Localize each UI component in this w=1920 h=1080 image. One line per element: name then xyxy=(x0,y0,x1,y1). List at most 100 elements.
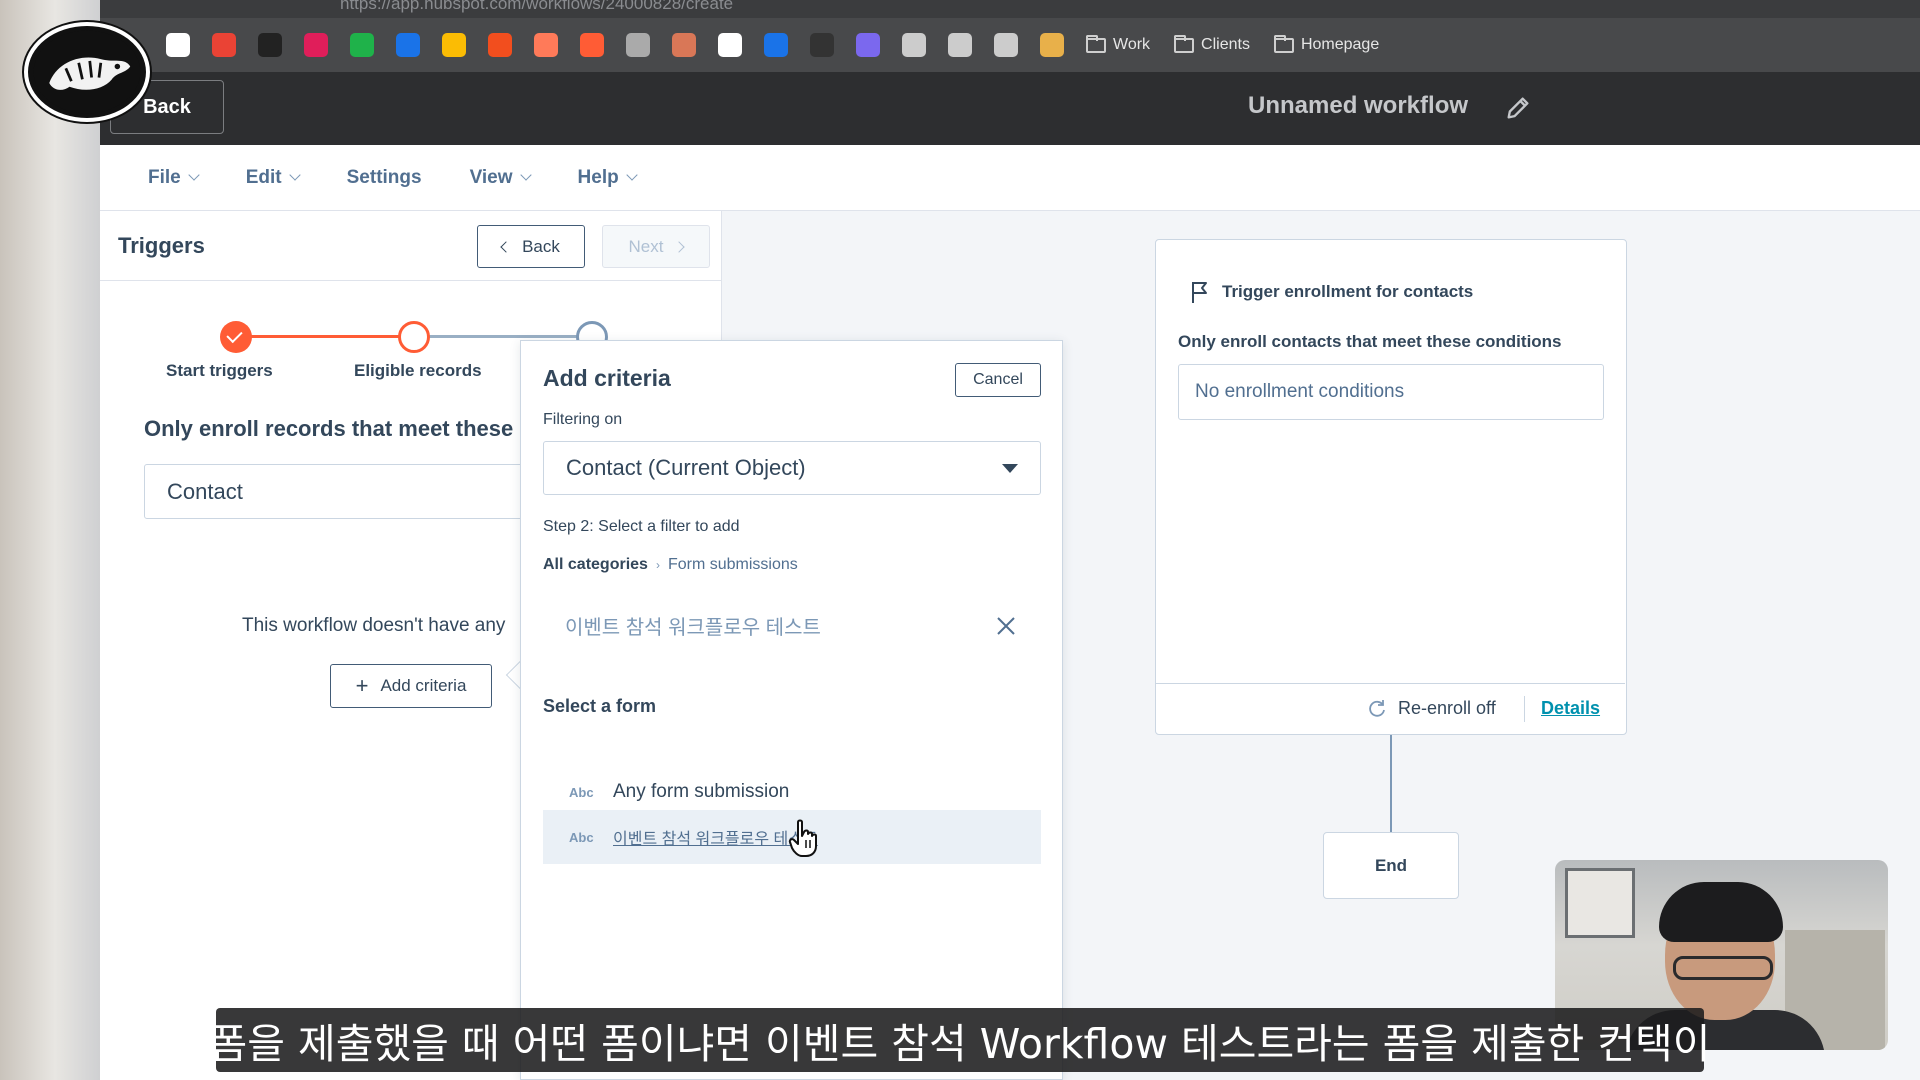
select-form-heading: Select a form xyxy=(543,696,657,716)
openai-icon[interactable] xyxy=(626,33,650,57)
grid-icon[interactable] xyxy=(856,33,880,57)
chevron-right-icon xyxy=(673,240,686,253)
breadcrumb-all-categories[interactable]: All categories xyxy=(543,556,648,574)
close-icon[interactable] xyxy=(995,615,1017,637)
menu-edit-label: Edit xyxy=(245,166,282,188)
calendar-icon[interactable] xyxy=(396,33,420,57)
background-desk xyxy=(0,0,100,1080)
panel-back-button[interactable]: Back xyxy=(477,225,585,268)
panel-back-label: Back xyxy=(522,236,560,256)
stepper-line-complete xyxy=(236,335,414,338)
workflow-connector xyxy=(1390,735,1392,833)
footer-divider xyxy=(1524,696,1525,722)
hubspot-square-icon[interactable] xyxy=(580,33,604,57)
bookmark-folder-clients[interactable]: Clients xyxy=(1174,34,1250,54)
bookmark-folder-homepage[interactable]: Homepage xyxy=(1273,34,1379,54)
menu-edit[interactable]: Edit xyxy=(245,166,301,189)
enroll-heading: Only enroll records that meet these xyxy=(144,416,514,441)
breadcrumb-form-submissions: Form submissions xyxy=(667,556,798,573)
globe-icon[interactable] xyxy=(902,33,926,57)
menu-help[interactable]: Help xyxy=(577,166,638,189)
filtering-object-select[interactable]: Contact (Current Object) xyxy=(543,441,1041,495)
breadcrumb-separator: › xyxy=(655,558,660,572)
browser-url-bar[interactable]: https://app.hubspot.com/workflows/240008… xyxy=(100,0,1920,18)
bookmarks-bar: Work Clients Homepage xyxy=(100,18,1920,72)
notion-icon[interactable] xyxy=(350,33,374,57)
chevron-down-icon xyxy=(288,169,301,181)
hubspot-icon[interactable] xyxy=(534,33,558,57)
form-search-input[interactable]: 이벤트 참석 워크플로우 테스트 xyxy=(565,611,821,640)
menu-settings-label: Settings xyxy=(346,166,422,188)
bookmark-folder-label: Clients xyxy=(1201,36,1250,53)
menu-file-label: File xyxy=(148,166,181,188)
step-instruction: Step 2: Select a filter to add xyxy=(543,518,740,535)
menu-help-label: Help xyxy=(577,166,619,188)
triggers-title: Triggers xyxy=(118,233,205,258)
trigger-card-footer: Re-enroll off Details xyxy=(1156,683,1625,734)
chevron-down-icon xyxy=(519,169,532,181)
plus-icon: + xyxy=(355,673,369,698)
refresh-icon xyxy=(1369,700,1385,717)
flag-icon xyxy=(1192,282,1207,303)
end-node[interactable]: End xyxy=(1323,832,1459,899)
breadcrumb: All categories › Form submissions xyxy=(543,556,798,574)
menu-settings[interactable]: Settings xyxy=(347,167,422,189)
chevron-down-icon xyxy=(626,169,638,181)
text-type-icon: Abc xyxy=(569,829,594,845)
bookmark-folder-work[interactable]: Work xyxy=(1086,34,1151,54)
tiger-logo xyxy=(24,22,150,122)
chevron-down-icon xyxy=(188,169,200,181)
form-option-label: 이벤트 참석 워크플로우 테스트 xyxy=(613,831,818,848)
form-option-label: Any form submission xyxy=(613,781,790,802)
menu-view[interactable]: View xyxy=(469,166,532,189)
add-criteria-button[interactable]: + Add criteria xyxy=(330,664,492,708)
panel-next-label: Next xyxy=(628,236,664,256)
globe-icon-2[interactable] xyxy=(994,33,1018,57)
enroll-conditions-label: Only enroll contacts that meet these con… xyxy=(1178,332,1562,351)
add-criteria-label: Add criteria xyxy=(380,676,467,695)
webcam-wall-frame xyxy=(1565,868,1635,938)
pen-icon[interactable] xyxy=(948,33,972,57)
pencil-icon[interactable] xyxy=(1504,94,1532,122)
google-icon[interactable] xyxy=(166,33,190,57)
trigger-card-title: Trigger enrollment for contacts xyxy=(1222,282,1474,301)
text-type-icon: Abc xyxy=(569,784,594,800)
caret-down-icon xyxy=(1002,464,1018,473)
webcam-presenter-glasses xyxy=(1673,956,1773,980)
bookmark-folder-label: Work xyxy=(1113,36,1151,53)
hand-pointer-cursor-icon xyxy=(788,819,817,857)
palette-icon[interactable] xyxy=(1040,33,1064,57)
folder-icon xyxy=(1273,34,1294,53)
video-subtitle: 폼을 제출했을 때 어떤 폼이냐면 이벤트 참석 Workflow 테스트라는 … xyxy=(210,1008,1710,1072)
docs-icon[interactable] xyxy=(764,33,788,57)
popover-title: Add criteria xyxy=(543,365,671,391)
info-icon[interactable] xyxy=(718,33,742,57)
nine-icon[interactable] xyxy=(810,33,834,57)
app-icon[interactable] xyxy=(258,33,282,57)
trigger-enrollment-card[interactable]: Trigger enrollment for contacts Only enr… xyxy=(1155,239,1627,735)
step-label-eligible-records: Eligible records xyxy=(354,361,482,380)
triggers-panel-header: Triggers Back Next xyxy=(100,211,722,281)
step-current-dot[interactable] xyxy=(398,321,430,353)
claude-icon[interactable] xyxy=(672,33,696,57)
figma-icon[interactable] xyxy=(488,33,512,57)
cancel-button[interactable]: Cancel xyxy=(955,363,1041,397)
menu-bar: File Edit Settings View Help xyxy=(100,145,1920,211)
gmail-icon[interactable] xyxy=(212,33,236,57)
step-complete-check-icon[interactable] xyxy=(220,321,252,353)
webcam-presenter-hair xyxy=(1659,882,1783,942)
chevron-left-icon xyxy=(500,240,512,253)
workflow-title[interactable]: Unnamed workflow xyxy=(1248,92,1468,120)
add-criteria-popover: Add criteria Cancel Filtering on Contact… xyxy=(520,340,1063,1080)
url-text[interactable]: https://app.hubspot.com/workflows/240008… xyxy=(340,0,733,14)
details-link[interactable]: Details xyxy=(1541,698,1600,719)
menu-view-label: View xyxy=(469,166,513,188)
enrollment-conditions-box[interactable]: No enrollment conditions xyxy=(1178,364,1604,420)
drive-icon[interactable] xyxy=(442,33,466,57)
folder-icon xyxy=(1086,34,1106,53)
menu-file[interactable]: File xyxy=(148,166,200,189)
step-label-start-triggers: Start triggers xyxy=(166,361,273,380)
panel-next-button[interactable]: Next xyxy=(602,225,710,268)
folder-icon xyxy=(1174,34,1195,53)
slack-icon[interactable] xyxy=(304,33,328,57)
